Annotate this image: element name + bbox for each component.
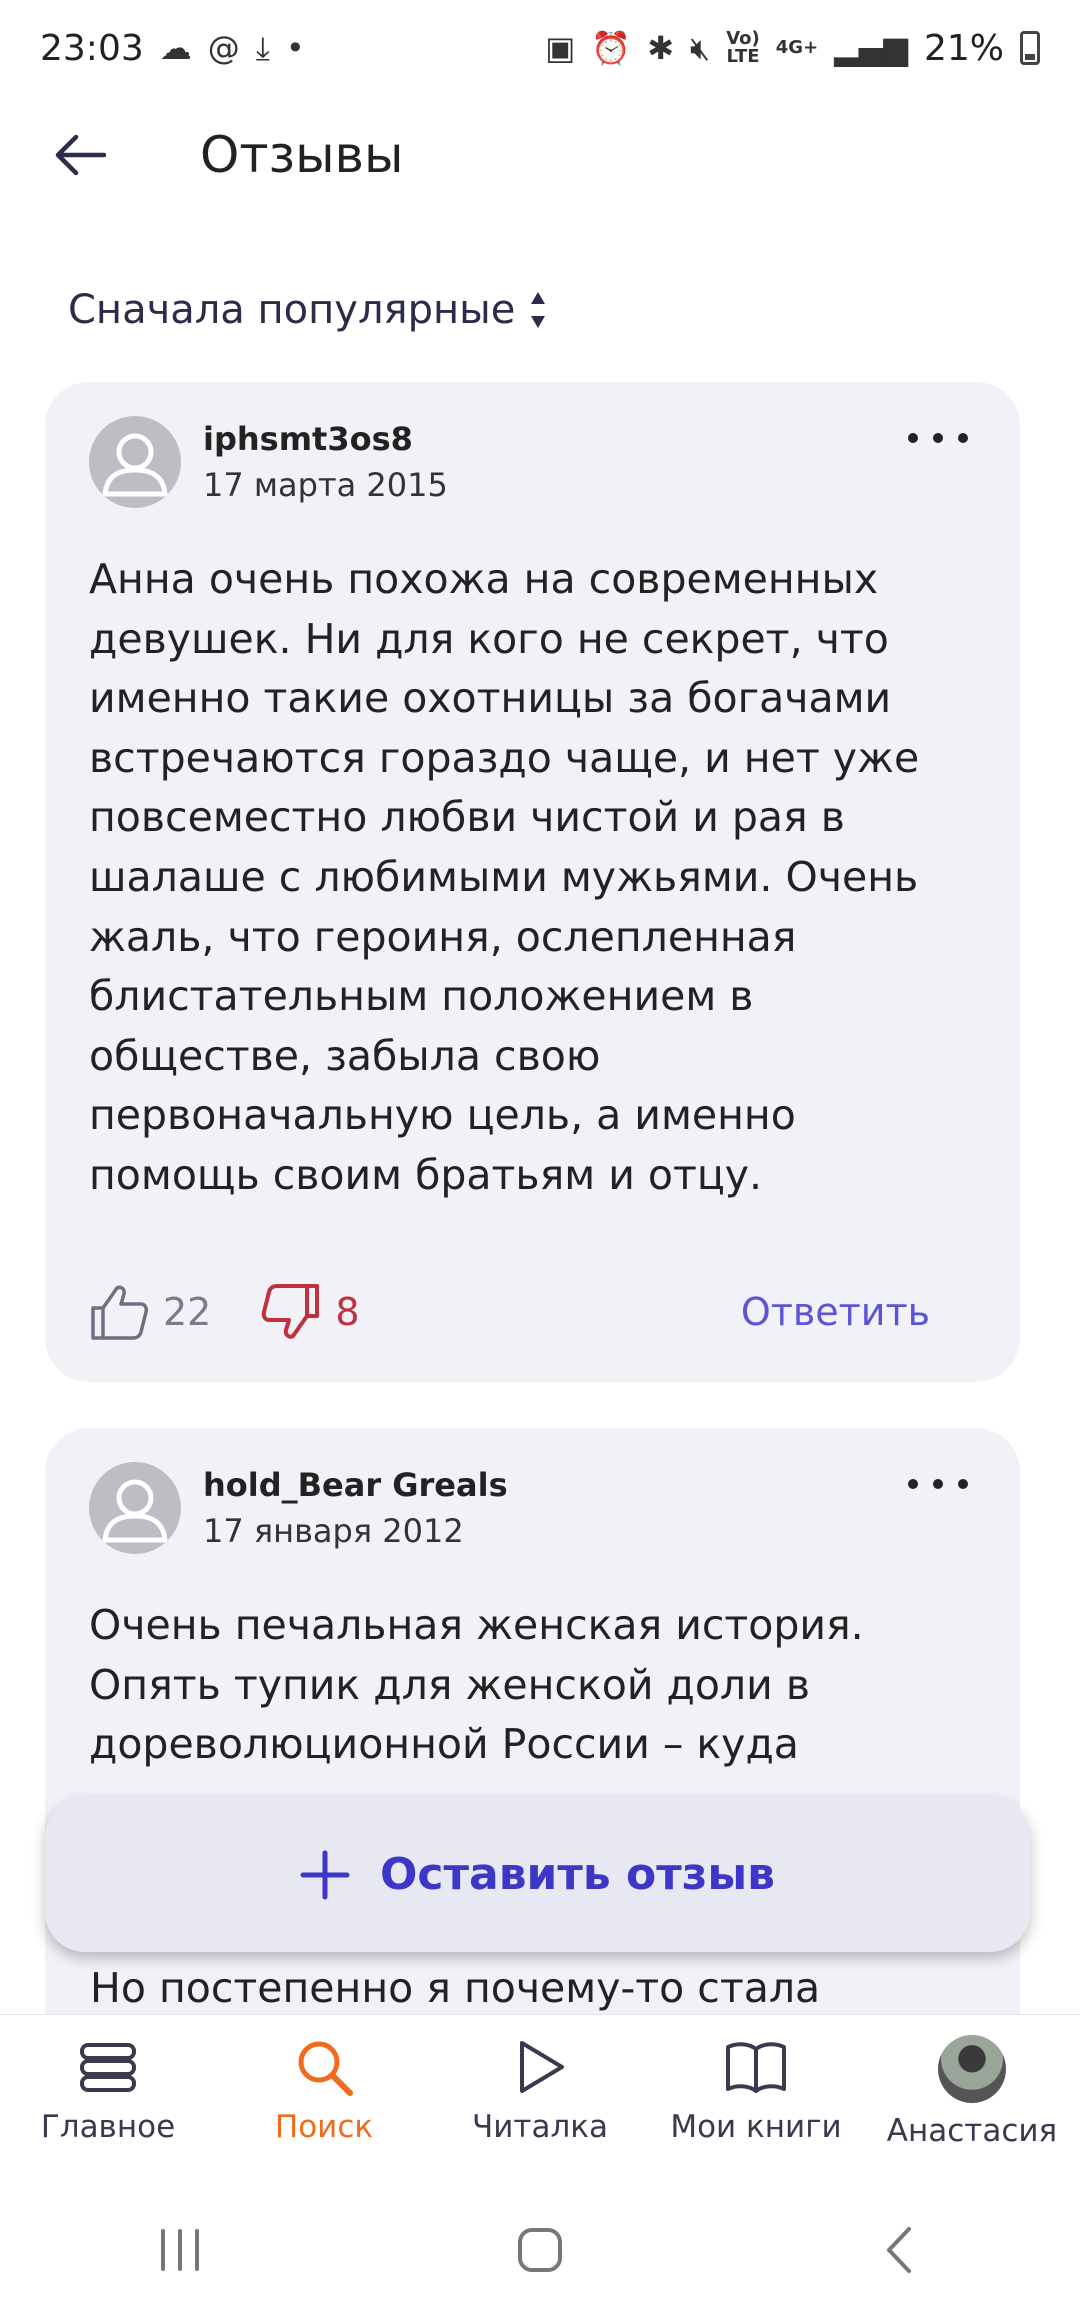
more-options-button[interactable] — [908, 1464, 968, 1504]
cloud-icon: ☁ — [159, 29, 192, 67]
status-time: 23:03 — [40, 27, 144, 69]
like-button[interactable]: 22 — [89, 1282, 261, 1342]
more-dot-icon — [958, 433, 968, 443]
user-placeholder-icon — [102, 433, 168, 497]
sort-label: Сначала популярные — [68, 287, 516, 333]
battery-percent: 21% — [923, 27, 1004, 69]
dislike-count: 8 — [335, 1290, 360, 1334]
more-dot-icon — [933, 433, 943, 443]
more-options-button[interactable] — [908, 418, 968, 458]
nav-item-search[interactable]: Поиск — [219, 2035, 429, 2145]
status-bar: 23:03 ☁ @ ⤓ • ▣ ⏰ ✱ 🔇︎ Vo) LTE 4G+ ▂▄▆ 2… — [0, 0, 1080, 96]
more-dot-icon — [933, 1479, 943, 1489]
nav-label: Мои книги — [670, 2109, 842, 2145]
alarm-icon: ⏰ — [591, 29, 632, 67]
volte-icon: Vo) LTE — [726, 28, 760, 67]
network-type: 4G+ — [775, 37, 819, 58]
nav-label: Главное — [40, 2109, 176, 2145]
review-date: 17 марта 2015 — [203, 466, 448, 504]
nav-item-profile[interactable]: Анастасия — [867, 2035, 1077, 2149]
system-back-button[interactable] — [840, 2210, 960, 2290]
back-button[interactable] — [30, 110, 130, 200]
chevron-left-icon — [887, 2227, 911, 2273]
review-author[interactable]: hold_Bear Greals — [203, 1466, 508, 1504]
book-icon — [726, 2042, 786, 2093]
page-title: Отзывы — [200, 126, 404, 184]
review-text: Очень печальная женская история. Опять т… — [89, 1601, 864, 1769]
status-right: ▣ ⏰ ✱ 🔇︎ Vo) LTE 4G+ ▂▄▆ 21% — [545, 28, 1040, 69]
home-button[interactable] — [480, 2210, 600, 2290]
nav-item-my-books[interactable]: Мои книги — [651, 2035, 861, 2145]
plus-icon — [300, 1850, 350, 1899]
more-dot-icon — [908, 1479, 918, 1489]
signal-icon: ▂▄▆ — [834, 29, 908, 67]
reply-button[interactable]: Ответить — [741, 1290, 930, 1334]
review-date: 17 января 2012 — [203, 1512, 464, 1550]
nav-item-reader[interactable]: Читалка — [435, 2035, 645, 2145]
notification-dot-icon: • — [285, 29, 305, 67]
review-author[interactable]: iphsmt3os8 — [203, 420, 413, 458]
thumbs-up-icon — [91, 1285, 148, 1340]
play-icon — [520, 2041, 564, 2093]
review-actions: 22 8 Ответить — [89, 1272, 930, 1352]
app-header: Отзывы — [0, 110, 1080, 200]
sort-updown-icon — [531, 292, 546, 328]
dislike-button[interactable]: 8 — [261, 1282, 360, 1342]
review-card: iphsmt3os8 17 марта 2015 Анна очень похо… — [45, 382, 1020, 1382]
profile-avatar — [938, 2035, 1006, 2103]
more-dot-icon — [958, 1479, 968, 1489]
stack-icon — [80, 2043, 136, 2092]
nav-label: Анастасия — [886, 2113, 1058, 2149]
system-navigation-bar — [0, 2184, 1080, 2316]
at-icon: @ — [207, 29, 240, 67]
status-left: 23:03 ☁ @ ⤓ • — [40, 28, 305, 69]
arrow-left-icon — [55, 134, 106, 176]
download-icon: ⤓ — [255, 28, 270, 67]
battery-icon — [1020, 31, 1040, 65]
nav-label: Читалка — [472, 2109, 608, 2145]
recent-apps-button[interactable] — [120, 2210, 240, 2290]
search-icon — [298, 2041, 353, 2096]
home-icon — [518, 2228, 562, 2272]
nav-item-home[interactable]: Главное — [3, 2035, 213, 2145]
more-dot-icon — [908, 433, 918, 443]
sort-selector[interactable]: Сначала популярные — [68, 280, 547, 340]
review-text: Анна очень похожа на современных девушек… — [89, 555, 920, 1199]
leave-review-button[interactable]: Оставить отзыв — [45, 1797, 1030, 1952]
author-avatar — [89, 1462, 181, 1554]
like-count: 22 — [163, 1290, 212, 1334]
review-text-continued: Но постепенно я почему-то стала — [90, 1964, 821, 2012]
recent-apps-icon — [161, 2229, 199, 2271]
battery-saver-icon: ▣ — [545, 29, 576, 67]
leave-review-label: Оставить отзыв — [380, 1849, 775, 1900]
thumbs-down-icon — [262, 1284, 320, 1339]
author-avatar — [89, 416, 181, 508]
bottom-navigation: Главное Поиск Читалка Мои книги Анастаси… — [0, 2014, 1080, 2184]
user-placeholder-icon — [102, 1479, 168, 1543]
bluetooth-icon: ✱ — [647, 29, 675, 67]
nav-label: Поиск — [274, 2109, 374, 2145]
mute-icon: 🔇︎ — [690, 28, 711, 67]
